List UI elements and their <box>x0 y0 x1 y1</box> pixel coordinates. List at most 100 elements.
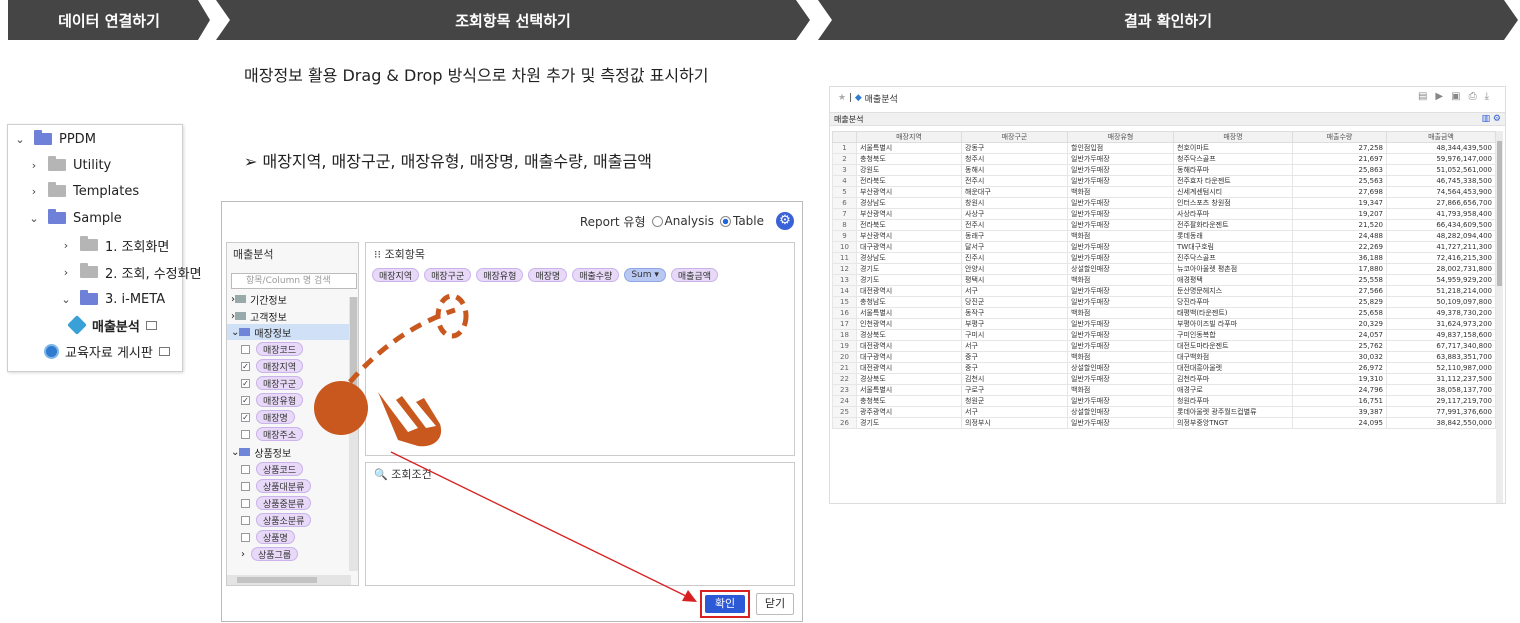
table-cell: 2 <box>832 153 857 165</box>
table-row[interactable]: 22 경상북도 김천시 일반가두매장 김천라푸마 19,310 31,112,237,500 <box>832 373 1496 385</box>
table-cell: 상설할인매장 <box>1067 406 1174 418</box>
table-cell: 38,842,550,000 <box>1386 417 1496 429</box>
table-row[interactable]: 6 경상남도 창원시 일반가두매장 인터스포츠 창원점 19,347 27,866,656,… <box>832 197 1496 209</box>
table-row[interactable]: 18 경상북도 구미시 일반가두매장 구미인동복합 24,057 49,837,158,60… <box>832 329 1496 341</box>
table-cell: 74,564,453,900 <box>1386 186 1496 198</box>
table-cell: 광주광역시 <box>856 406 962 418</box>
table-cell: 충청남도 <box>856 296 962 308</box>
table-cell: 27,698 <box>1292 186 1387 198</box>
table-row[interactable]: 10 대구광역시 달서구 일반가두매장 TW대구호림 22,269 41,727,211,3… <box>832 241 1496 253</box>
table-cell: 9 <box>832 230 857 242</box>
table-cell: 25,829 <box>1292 296 1387 308</box>
table-cell: 41,793,958,400 <box>1386 208 1496 220</box>
table-cell: 서구 <box>961 340 1068 352</box>
table-cell: 72,416,215,300 <box>1386 252 1496 264</box>
table-cell: 상설할인매장 <box>1067 362 1174 374</box>
table-row[interactable]: 9 부산광역시 동래구 백화점 롯데동래 24,488 48,282,094,400 <box>832 230 1496 242</box>
table-row[interactable]: 5 부산광역시 해운대구 백화점 신세계센텀시티 27,698 74,564,453,900 <box>832 186 1496 198</box>
drag-path-icon <box>348 307 456 384</box>
table-cell: 진주시 <box>961 252 1068 264</box>
toolbar-icons[interactable]: ▤▶▣⎙⤓ <box>1418 91 1497 102</box>
table-cell: 16,751 <box>1292 395 1387 407</box>
result-bar: 매출분석 ▥ ⚙ <box>830 112 1505 126</box>
table-cell: 51,218,214,000 <box>1386 285 1496 297</box>
column-header[interactable]: 매장명 <box>1173 131 1293 143</box>
table-cell: 강원도 <box>856 164 962 176</box>
table-row[interactable]: 11 경상남도 진주시 일반가두매장 진주닥스골프 36,188 72,416,215,30… <box>832 252 1496 264</box>
table-cell: 19 <box>832 340 857 352</box>
table-cell: 평택시 <box>961 274 1068 286</box>
table-row[interactable]: 19 대전광역시 서구 일반가두매장 대전도마타운젠트 25,762 67,717,340,… <box>832 340 1496 352</box>
table-row[interactable]: 26 경기도 의정부시 일반가두매장 의정부중앙TNGT 24,095 38,842,550… <box>832 417 1496 429</box>
table-row[interactable]: 15 충청남도 당진군 일반가두매장 당진라푸마 25,829 50,109,097,800 <box>832 296 1496 308</box>
table-cell: 경상남도 <box>856 252 962 264</box>
scroll-thumb[interactable] <box>1497 141 1502 286</box>
star-icon[interactable]: ★ <box>838 93 846 103</box>
column-header[interactable]: 매장지역 <box>856 131 962 143</box>
table-cell: 일반가두매장 <box>1067 329 1174 341</box>
table-cell: 대전광역시 <box>856 285 962 297</box>
table-cell: 일반가두매장 <box>1067 164 1174 176</box>
table-cell: 29,117,219,700 <box>1386 395 1496 407</box>
table-row[interactable]: 2 충청북도 청주시 일반가두매장 청주닥스골프 21,697 59,976,147,000 <box>832 153 1496 165</box>
column-header[interactable]: 매출수량 <box>1292 131 1387 143</box>
result-title: 매출분석 <box>864 94 898 105</box>
table-cell: 19,207 <box>1292 208 1387 220</box>
table-cell: 49,378,730,200 <box>1386 307 1496 319</box>
column-header[interactable]: 매출금액 <box>1386 131 1496 143</box>
table-cell: 할인점입점 <box>1067 142 1174 154</box>
table-cell: 부산광역시 <box>856 186 962 198</box>
table-cell: 20,329 <box>1292 318 1387 330</box>
table-cell: 의정부중앙TNGT <box>1173 417 1293 429</box>
table-row[interactable]: 14 대전광역시 서구 일반가두매장 둔산명문헤지스 27,566 51,218,214,0… <box>832 285 1496 297</box>
table-header: 매장지역 매장구군 매장유형 매장명 매출수량 매출금액 <box>832 131 1496 143</box>
table-cell: 충청북도 <box>856 395 962 407</box>
table-row[interactable]: 21 대전광역시 중구 상설할인매장 대전대흥아울렛 26,972 52,110,987,0… <box>832 362 1496 374</box>
table-cell: 김천라푸마 <box>1173 373 1293 385</box>
table-row[interactable]: 1 서울특별시 강동구 할인점입점 천호이마트 27,258 48,344,439,500 <box>832 142 1496 154</box>
arrow-head-icon <box>682 590 697 602</box>
chart-settings-icons[interactable]: ▥ ⚙ <box>1482 113 1501 126</box>
table-cell: 대전광역시 <box>856 362 962 374</box>
table-cell: 일반가두매장 <box>1067 208 1174 220</box>
column-header[interactable] <box>832 131 857 143</box>
table-cell: 24,796 <box>1292 384 1387 396</box>
table-row[interactable]: 13 경기도 평택시 백화점 애경평택 25,558 54,959,929,200 <box>832 274 1496 286</box>
table-row[interactable]: 8 전라북도 전주시 일반가두매장 전주팔화타운젠트 21,520 66,434,609,5… <box>832 219 1496 231</box>
pointer-line-icon <box>390 451 691 599</box>
table-cell: 대전대흥아울렛 <box>1173 362 1293 374</box>
table-cell: 일반가두매장 <box>1067 252 1174 264</box>
table-cell: 일반가두매장 <box>1067 318 1174 330</box>
table-cell: 24,095 <box>1292 417 1387 429</box>
table-cell: 24,057 <box>1292 329 1387 341</box>
table-cell: 일반가두매장 <box>1067 285 1174 297</box>
table-row[interactable]: 24 충청북도 청원군 일반가두매장 청원라푸마 16,751 29,117,219,700 <box>832 395 1496 407</box>
table-row[interactable]: 3 강원도 동해시 일반가두매장 동해라푸마 25,863 51,052,561,000 <box>832 164 1496 176</box>
table-row[interactable]: 17 인천광역시 부평구 일반가두매장 부평아이즈빌 라푸마 20,329 31,624,9… <box>832 318 1496 330</box>
table-cell: 경기도 <box>856 263 962 275</box>
table-cell: 안양시 <box>961 263 1068 275</box>
table-cell: 67,717,340,800 <box>1386 340 1496 352</box>
table-row[interactable]: 25 광주광역시 서구 상설할인매장 롯데아울렛 광주월드컵별류 39,387 77,991… <box>832 406 1496 418</box>
table-cell: 대구백화점 <box>1173 351 1293 363</box>
table-cell: 전라북도 <box>856 219 962 231</box>
table-cell: 뉴코아아울렛 평촌점 <box>1173 263 1293 275</box>
table-cell: 백화점 <box>1067 384 1174 396</box>
table-scrollbar[interactable] <box>1496 131 1503 503</box>
table-cell: 50,109,097,800 <box>1386 296 1496 308</box>
column-header[interactable]: 매장유형 <box>1067 131 1174 143</box>
table-row[interactable]: 23 서울특별시 구로구 백화점 애경구로 24,796 38,058,137,700 <box>832 384 1496 396</box>
table-cell: 52,110,987,000 <box>1386 362 1496 374</box>
table-cell: 백화점 <box>1067 274 1174 286</box>
column-header[interactable]: 매장구군 <box>961 131 1068 143</box>
table-cell: 38,058,137,700 <box>1386 384 1496 396</box>
table-row[interactable]: 12 경기도 안양시 상설할인매장 뉴코아아울렛 평촌점 17,880 28,002,731… <box>832 263 1496 275</box>
table-cell: 25,762 <box>1292 340 1387 352</box>
table-row[interactable]: 4 전라북도 전주시 일반가두매장 전주효자 타운젠트 25,563 46,745,338,… <box>832 175 1496 187</box>
table-cell: 46,745,338,500 <box>1386 175 1496 187</box>
table-row[interactable]: 16 서울특별시 동작구 백화점 태평백(타운젠트) 25,658 49,378,730,2… <box>832 307 1496 319</box>
table-cell: 11 <box>832 252 857 264</box>
table-row[interactable]: 7 부산광역시 사상구 일반가두매장 사상라푸마 19,207 41,793,958,400 <box>832 208 1496 220</box>
table-cell: 일반가두매장 <box>1067 197 1174 209</box>
table-row[interactable]: 20 대구광역시 중구 백화점 대구백화점 30,032 63,883,351,700 <box>832 351 1496 363</box>
